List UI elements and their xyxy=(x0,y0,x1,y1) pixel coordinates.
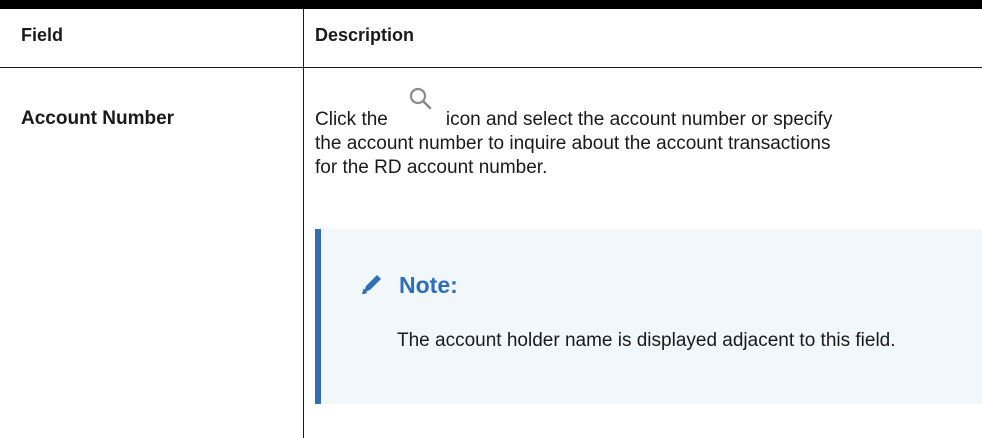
note-text: The account holder name is displayed adj… xyxy=(397,330,896,351)
description-text-before-icon: Click the xyxy=(315,109,388,130)
description-line-3: for the RD account number. xyxy=(315,157,548,178)
table-header-row xyxy=(0,9,982,68)
note-callout: Note: The account holder name is display… xyxy=(315,229,982,404)
top-rule xyxy=(0,0,982,9)
description-column-header: Description xyxy=(315,25,415,45)
field-column-header: Field xyxy=(21,25,64,45)
description-line-2: the account number to inquire about the … xyxy=(315,133,831,154)
field-name-account-number: Account Number xyxy=(21,108,175,129)
search-icon[interactable] xyxy=(388,87,446,132)
description-text-after-icon: icon and select the account number or sp… xyxy=(445,109,833,130)
pencil-icon xyxy=(362,275,381,294)
description-line-1: Click the icon and select the account nu… xyxy=(315,87,965,132)
column-divider xyxy=(303,9,304,438)
note-heading: Note: xyxy=(357,271,458,299)
note-title: Note: xyxy=(399,271,458,298)
field-description: Click the icon and select the account nu… xyxy=(315,87,965,180)
